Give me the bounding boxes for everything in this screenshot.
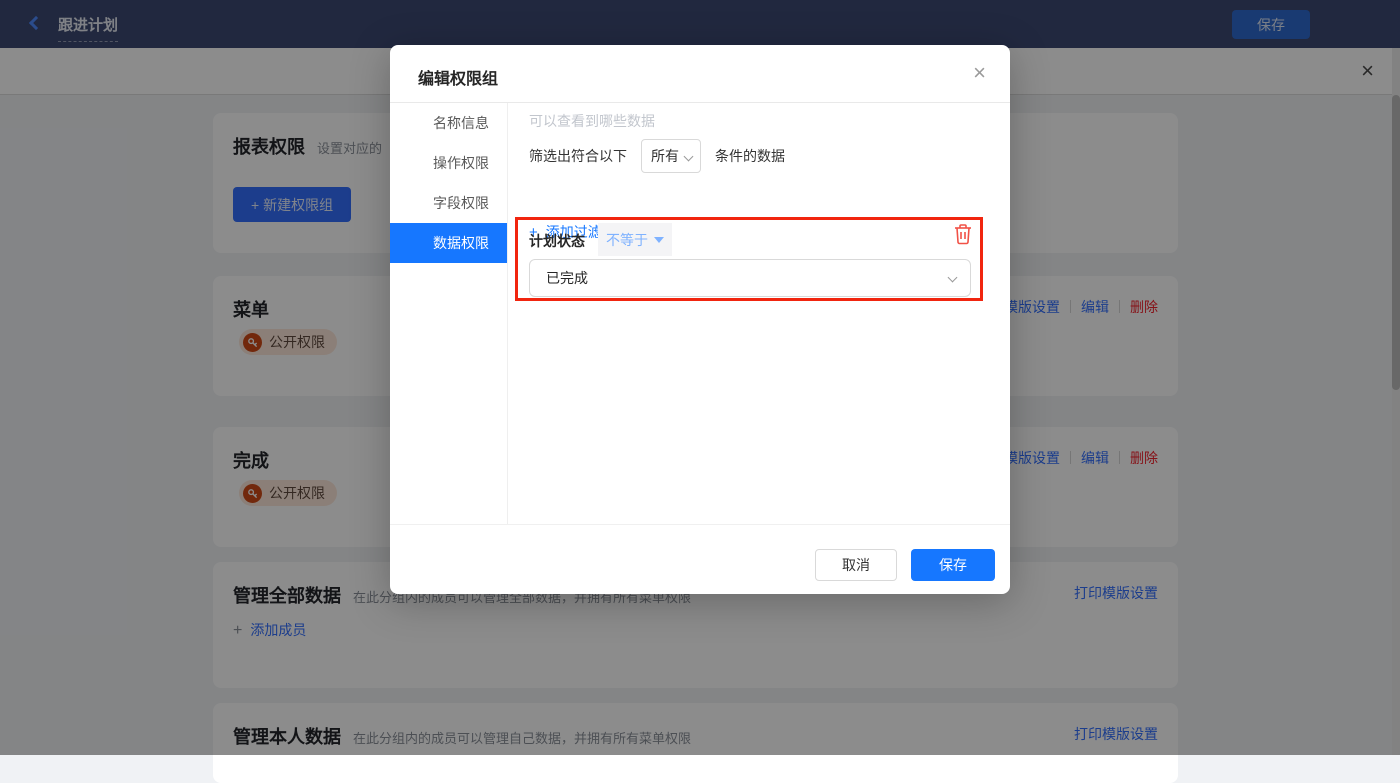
chevron-down-icon: [684, 152, 694, 162]
filter-suffix-label: 条件的数据: [715, 146, 785, 166]
tab-operation-permission[interactable]: 操作权限: [390, 143, 507, 183]
cancel-button[interactable]: 取消: [815, 549, 897, 581]
condition-value-select[interactable]: 已完成: [529, 259, 971, 297]
modal-sidebar: 名称信息 操作权限 字段权限 数据权限: [390, 103, 508, 524]
tab-name-info[interactable]: 名称信息: [390, 103, 507, 143]
modal-footer: 取消 保存: [390, 524, 1010, 594]
condition-field-label: 计划状态: [529, 231, 585, 251]
tab-field-permission[interactable]: 字段权限: [390, 183, 507, 223]
caret-down-icon: [654, 237, 664, 243]
save-button[interactable]: 保存: [911, 549, 995, 581]
filter-prefix-label: 筛选出符合以下: [529, 146, 627, 166]
modal-title: 编辑权限组: [418, 65, 498, 89]
modal-content: 可以查看到哪些数据 筛选出符合以下 所有 条件的数据 +添加过滤条件 计划状态 …: [509, 103, 1010, 524]
filter-mode-row: 筛选出符合以下 所有 条件的数据: [529, 139, 785, 173]
chevron-down-icon: [948, 273, 958, 283]
modal-close-icon[interactable]: ×: [973, 59, 986, 87]
filter-mode-select[interactable]: 所有: [641, 139, 701, 173]
tab-data-permission[interactable]: 数据权限: [390, 223, 507, 263]
modal-header: 编辑权限组 ×: [390, 45, 1010, 103]
delete-condition-icon[interactable]: [953, 223, 973, 245]
data-view-hint: 可以查看到哪些数据: [529, 111, 655, 131]
condition-operator-dropdown[interactable]: 不等于: [598, 223, 672, 256]
edit-permission-group-modal: 编辑权限组 × 名称信息 操作权限 字段权限 数据权限 可以查看到哪些数据 筛选…: [390, 45, 1010, 594]
